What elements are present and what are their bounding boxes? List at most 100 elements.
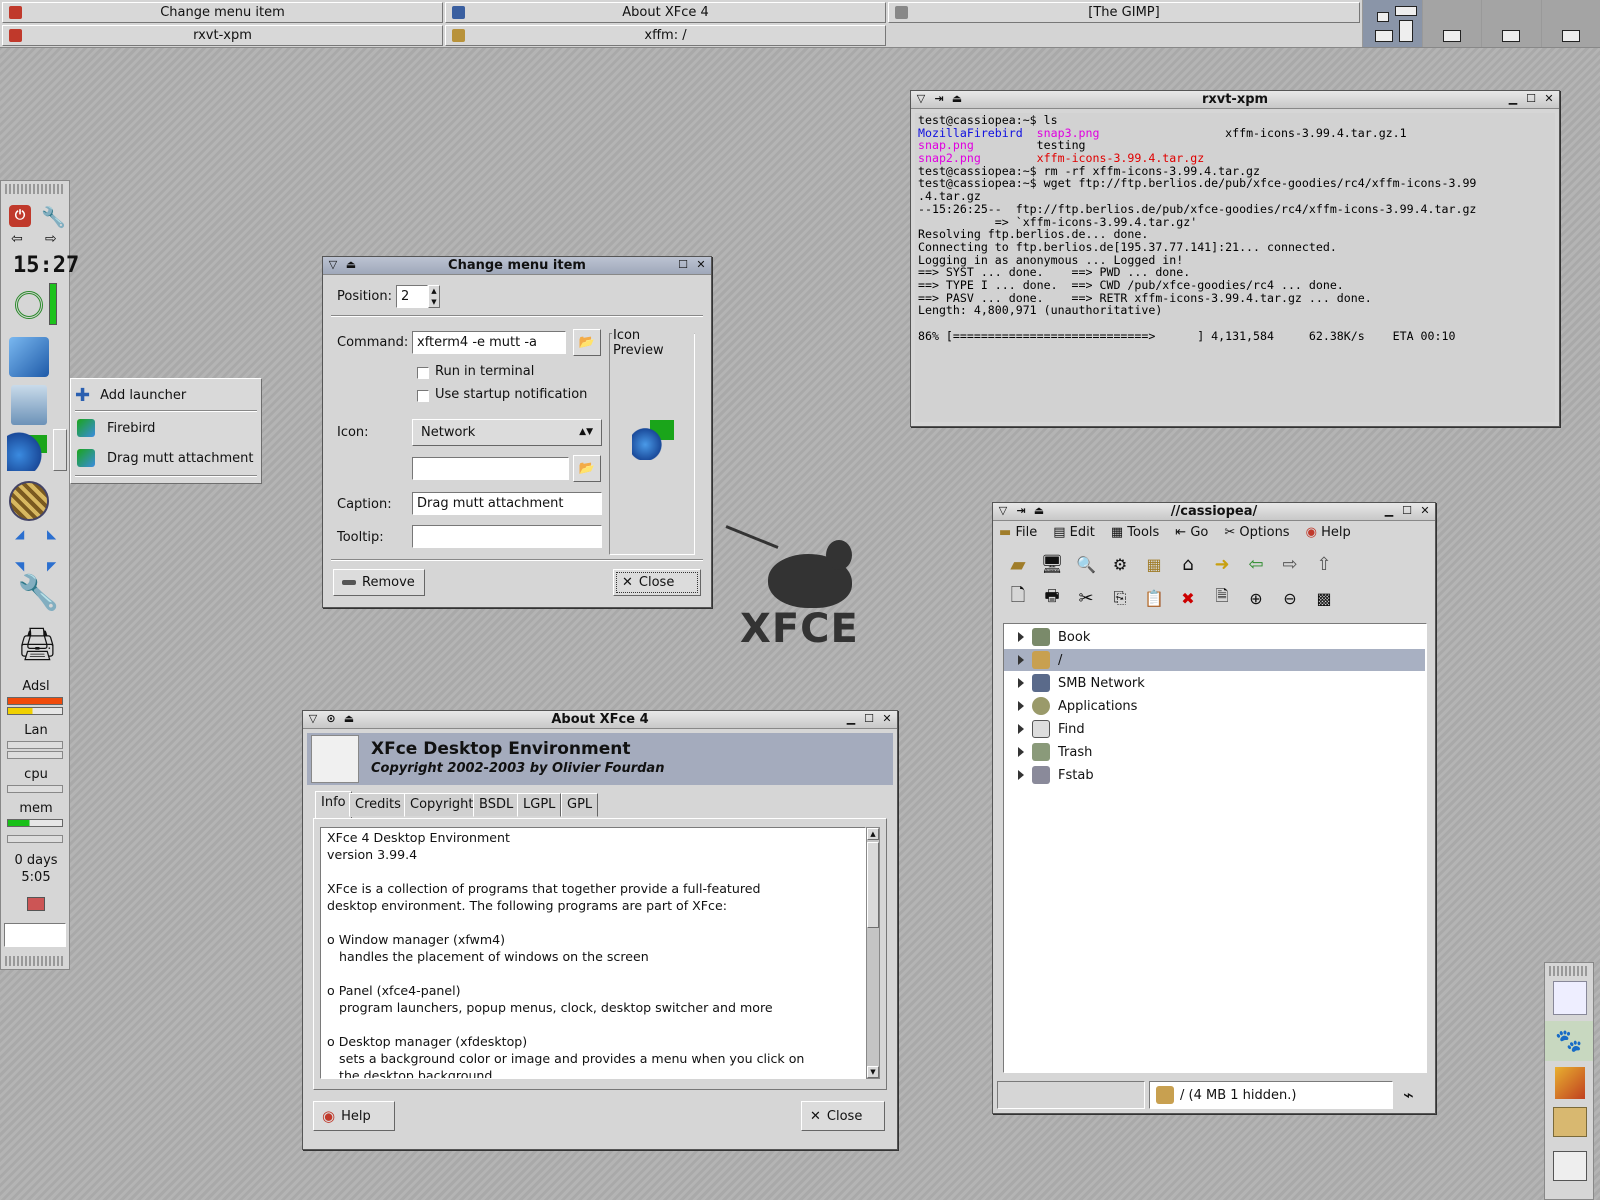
new-file-icon[interactable]: 🗋 bbox=[1005, 585, 1031, 611]
tooltip-input[interactable] bbox=[412, 525, 602, 548]
mailcheck-icon[interactable] bbox=[27, 897, 45, 911]
copy-icon[interactable]: ⎘ bbox=[1107, 585, 1133, 611]
menu-item-firebird[interactable]: Firebird bbox=[77, 415, 155, 441]
tab-bsdl[interactable]: BSDL bbox=[473, 793, 520, 817]
xfce-settings-icon[interactable] bbox=[1553, 1151, 1587, 1181]
menu-tools[interactable]: ▦ Tools bbox=[1111, 525, 1159, 540]
command-input[interactable]: xfterm4 -e mutt -a bbox=[412, 331, 566, 354]
expander-icon[interactable] bbox=[1018, 701, 1024, 711]
printer-icon[interactable]: 🖨 bbox=[17, 625, 58, 663]
scroll-down-icon[interactable]: ▼ bbox=[867, 1066, 879, 1078]
tree-row[interactable]: Book bbox=[1014, 626, 1419, 648]
arrow-right-icon[interactable]: ⇨ bbox=[45, 231, 57, 247]
close-icon[interactable]: ✕ bbox=[693, 258, 709, 273]
panel-grip[interactable] bbox=[1549, 966, 1589, 976]
expander-icon[interactable] bbox=[1018, 655, 1024, 665]
expander-icon[interactable] bbox=[1018, 770, 1024, 780]
menu-edit[interactable]: ▤ Edit bbox=[1053, 525, 1095, 540]
shade-icon[interactable]: ⏏ bbox=[343, 258, 359, 273]
close-icon[interactable]: ✕ bbox=[879, 712, 895, 727]
stick-icon[interactable]: ⇥ bbox=[931, 92, 947, 107]
tab-credits[interactable]: Credits bbox=[349, 793, 407, 817]
clock[interactable]: 15:27 bbox=[13, 253, 79, 278]
task-about-xfce[interactable]: About XFce 4 bbox=[445, 2, 886, 23]
browse-icon-button[interactable]: 📂 bbox=[573, 455, 601, 482]
maximize-icon[interactable]: ☐ bbox=[675, 258, 691, 273]
power-icon[interactable]: ⏻ bbox=[9, 205, 31, 227]
scrollbar[interactable]: ▲ ▼ bbox=[866, 827, 880, 1079]
minimize-icon[interactable]: ▁ bbox=[843, 712, 859, 727]
shade-icon[interactable]: ⏏ bbox=[1031, 504, 1047, 519]
pager-desktop-2[interactable] bbox=[1421, 0, 1481, 47]
tools-icon[interactable]: 🔧 bbox=[17, 573, 59, 613]
title-bar[interactable]: ▽ ⇥ ⏏ //cassiopea/ ▁ ☐ ✕ bbox=[993, 503, 1435, 521]
forward-icon[interactable]: ⇨ bbox=[1277, 551, 1303, 577]
expander-icon[interactable] bbox=[1018, 724, 1024, 734]
close-icon[interactable]: ✕ bbox=[1417, 504, 1433, 519]
task-rxvt[interactable]: rxvt-xpm bbox=[2, 25, 443, 46]
tree-view[interactable]: Book / SMB Network Applications Find Tra… bbox=[1003, 623, 1427, 1073]
print-icon[interactable]: 🖶 bbox=[1039, 585, 1065, 611]
title-bar[interactable]: ▽ ⇥ ⏏ rxvt-xpm ▁ ☐ ✕ bbox=[911, 91, 1559, 109]
tab-lgpl[interactable]: LGPL bbox=[517, 793, 562, 817]
menu-icon[interactable]: ▽ bbox=[325, 258, 341, 273]
title-bar[interactable]: ▽ ⊙ ⏏ About XFce 4 ▁ ☐ ✕ bbox=[303, 711, 897, 729]
book-icon[interactable]: ▦ bbox=[1141, 551, 1167, 577]
find-icon[interactable]: 🔍 bbox=[1073, 551, 1099, 577]
tree-row[interactable]: Trash bbox=[1014, 741, 1419, 763]
expander-icon[interactable] bbox=[1018, 632, 1024, 642]
multimedia-icon[interactable] bbox=[9, 481, 49, 521]
task-change-menu-item[interactable]: Change menu item bbox=[2, 2, 443, 23]
wrench-icon[interactable]: 🔧 bbox=[41, 205, 66, 229]
position-spinbox[interactable]: 2 bbox=[396, 285, 428, 308]
menu-help[interactable]: ◉ Help bbox=[1306, 525, 1351, 540]
package-icon[interactable] bbox=[1555, 1067, 1585, 1099]
paste-icon[interactable]: 📋 bbox=[1141, 585, 1167, 611]
open-folder-icon[interactable]: ▰ bbox=[1005, 551, 1031, 577]
shade-icon[interactable]: ⏏ bbox=[949, 92, 965, 107]
command-entry[interactable] bbox=[4, 923, 66, 947]
run-in-terminal-checkbox[interactable] bbox=[417, 367, 429, 379]
title-bar[interactable]: ▽ ⏏ Change menu item ☐ ✕ bbox=[323, 257, 711, 275]
info-text[interactable]: XFce 4 Desktop Environment version 3.99.4… bbox=[320, 827, 866, 1079]
cut-icon[interactable]: ✂ bbox=[1073, 585, 1099, 611]
menu-icon[interactable]: ▽ bbox=[913, 92, 929, 107]
view-icon[interactable]: ▩ bbox=[1311, 585, 1337, 611]
close-button[interactable]: ✕ Close bbox=[801, 1101, 885, 1131]
close-button[interactable]: ✕ Close bbox=[613, 569, 701, 596]
scroll-thumb[interactable] bbox=[867, 842, 879, 928]
stick-icon[interactable]: ⊙ bbox=[323, 712, 339, 727]
gimp-icon[interactable]: 🐾 bbox=[1545, 1021, 1593, 1061]
launcher-menu-arrow[interactable] bbox=[53, 429, 67, 471]
maximize-icon[interactable]: ☐ bbox=[1523, 92, 1539, 107]
panel-grip[interactable] bbox=[5, 956, 65, 966]
zoom-out-icon[interactable]: ⊖ bbox=[1277, 585, 1303, 611]
delete-icon[interactable]: ✖ bbox=[1175, 585, 1201, 611]
menu-icon[interactable]: ▽ bbox=[305, 712, 321, 727]
menu-go[interactable]: ⇤ Go bbox=[1175, 525, 1208, 540]
expand-icon[interactable]: ◥ bbox=[15, 559, 24, 573]
up-icon[interactable]: ⇧ bbox=[1311, 551, 1337, 577]
pager-desktop-3[interactable] bbox=[1481, 0, 1541, 47]
goto-icon[interactable]: ➜ bbox=[1209, 551, 1235, 577]
menu-item-add-launcher[interactable]: ✚ Add launcher bbox=[75, 383, 186, 407]
scroll-up-icon[interactable]: ▲ bbox=[867, 828, 879, 840]
task-xffm[interactable]: xffm: / bbox=[445, 25, 886, 46]
expander-icon[interactable] bbox=[1018, 747, 1024, 757]
startup-notification-checkbox[interactable] bbox=[417, 390, 429, 402]
minimize-icon[interactable]: ▁ bbox=[1505, 92, 1521, 107]
panel-grip[interactable] bbox=[5, 184, 65, 194]
caption-input[interactable]: Drag mutt attachment bbox=[412, 492, 602, 515]
folder-icon[interactable] bbox=[1553, 1107, 1587, 1137]
tab-gpl[interactable]: GPL bbox=[561, 793, 599, 817]
xfce-icon[interactable] bbox=[1553, 981, 1587, 1015]
network-icon[interactable]: ⚙ bbox=[1107, 551, 1133, 577]
spin-arrows[interactable]: ▲ ▼ bbox=[428, 285, 440, 308]
shade-icon[interactable]: ⏏ bbox=[341, 712, 357, 727]
collapse-icon[interactable]: ◣ bbox=[47, 527, 56, 541]
tree-row-selected[interactable]: / bbox=[1004, 649, 1425, 671]
broom-icon[interactable]: ⌁ bbox=[1403, 1085, 1414, 1106]
stick-icon[interactable]: ⇥ bbox=[1013, 504, 1029, 519]
menu-item-drag-mutt[interactable]: Drag mutt attachment bbox=[77, 445, 253, 471]
minimize-icon[interactable]: ▁ bbox=[1381, 504, 1397, 519]
